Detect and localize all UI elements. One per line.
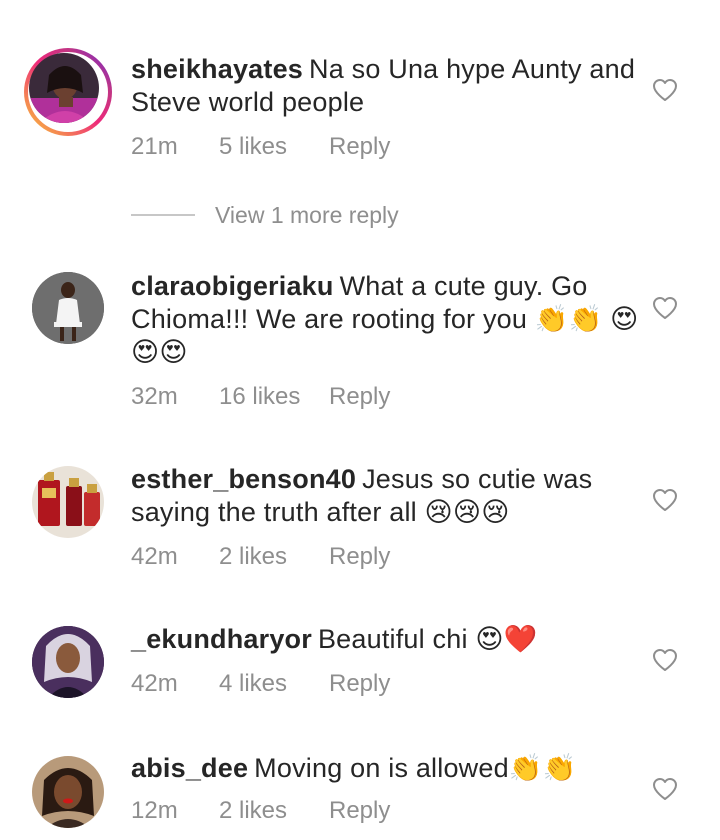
comment-time: 32m — [131, 383, 178, 410]
comment-text-block: _ekundharyor Beautiful chi 😍❤️ — [131, 623, 641, 656]
avatar[interactable] — [32, 756, 104, 828]
comment-text-block: esther_benson40 Jesus so cutie was saying… — [131, 463, 641, 529]
comment-body: Beautiful chi 😍❤️ — [317, 624, 538, 654]
reply-button[interactable]: Reply — [329, 133, 390, 161]
comment-text-block: claraobigeriaku What a cute guy. Go Chiom… — [131, 270, 641, 369]
avatar[interactable] — [32, 466, 104, 538]
comment-likes[interactable]: 16 likes — [219, 383, 329, 411]
comment-body: Moving on is allowed👏👏 — [254, 753, 577, 783]
comment-username[interactable]: _ekundharyor — [131, 624, 312, 654]
comment-meta: 42m 4 likes Reply — [131, 670, 390, 698]
reply-button[interactable]: Reply — [329, 797, 390, 825]
view-more-replies-button[interactable]: View 1 more reply — [131, 200, 399, 230]
heart-outline-icon[interactable] — [652, 648, 678, 672]
comment-time: 12m — [131, 797, 178, 824]
comment-likes[interactable]: 2 likes — [219, 797, 329, 825]
comment-likes[interactable]: 5 likes — [219, 133, 329, 161]
comment-username[interactable]: sheikhayates — [131, 54, 303, 84]
comment-username[interactable]: abis_dee — [131, 753, 248, 783]
reply-button[interactable]: Reply — [329, 543, 390, 571]
heart-outline-icon[interactable] — [652, 777, 678, 801]
reply-button[interactable]: Reply — [329, 670, 390, 698]
previous-comment-fragment — [286, 0, 386, 4]
comment-time: 42m — [131, 670, 178, 697]
reply-button[interactable]: Reply — [329, 383, 390, 411]
comment-meta: 32m 16 likes Reply — [131, 383, 390, 411]
avatar[interactable] — [32, 626, 104, 698]
comment-text-block: abis_dee Moving on is allowed👏👏 — [131, 752, 641, 785]
view-more-label: View 1 more reply — [215, 201, 399, 228]
heart-outline-icon[interactable] — [652, 78, 678, 102]
avatar — [29, 53, 99, 123]
comment-meta: 21m 5 likes Reply — [131, 133, 390, 161]
comment-likes[interactable]: 4 likes — [219, 670, 329, 698]
comment-meta: 12m 2 likes Reply — [131, 797, 390, 825]
comment-time: 21m — [131, 133, 178, 160]
comment-username[interactable]: claraobigeriaku — [131, 271, 334, 301]
avatar[interactable] — [32, 272, 104, 344]
comment-username[interactable]: esther_benson40 — [131, 464, 356, 494]
comment-meta: 42m 2 likes Reply — [131, 543, 390, 571]
comment-time: 42m — [131, 543, 178, 570]
avatar-story-ring[interactable] — [24, 48, 112, 136]
heart-outline-icon[interactable] — [652, 296, 678, 320]
comment-likes[interactable]: 2 likes — [219, 543, 329, 571]
heart-outline-icon[interactable] — [652, 488, 678, 512]
comment-text-block: sheikhayates Na so Una hype Aunty and Ste… — [131, 53, 641, 119]
view-more-divider — [131, 214, 195, 216]
